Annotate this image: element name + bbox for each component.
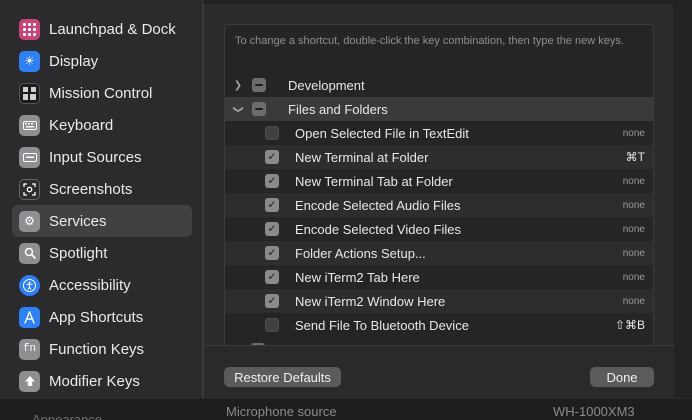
sidebar-item-label: Modifier Keys	[49, 372, 140, 390]
sidebar-item-accessibility[interactable]: Accessibility	[12, 269, 192, 301]
group-label: Files and Folders	[288, 101, 388, 117]
sidebar-item-display[interactable]: ☀ Display	[12, 45, 192, 77]
sidebar-item-launchpad-dock[interactable]: Launchpad & Dock	[12, 13, 192, 45]
sidebar-item-spotlight[interactable]: Spotlight	[12, 237, 192, 269]
sidebar-item-label: Display	[49, 52, 99, 70]
sidebar-item-modifier-keys[interactable]: Modifier Keys	[12, 365, 192, 397]
modifier-keys-icon	[19, 370, 40, 392]
service-shortcut[interactable]: none	[623, 296, 645, 307]
sidebar-item-label: Input Sources	[49, 148, 142, 166]
sidebar-item-label: Mission Control	[49, 84, 153, 102]
service-row[interactable]: ✓ New Terminal at Folder ⌘T	[225, 145, 653, 169]
service-row[interactable]: Open Selected File in TextEdit none	[225, 121, 653, 145]
sidebar-item-input-sources[interactable]: Input Sources	[12, 141, 192, 173]
sidebar-item-label: Spotlight	[49, 244, 108, 262]
keyboard-icon	[19, 114, 40, 136]
service-checkbox[interactable]: ✓	[265, 222, 279, 236]
service-checkbox[interactable]: ✓	[265, 246, 279, 260]
checkmark-icon: ✓	[267, 294, 277, 307]
background-appearance-label: Appearance	[32, 412, 103, 420]
background-mic-device: WH-1000XM3	[553, 404, 635, 419]
sidebar-item-label: Screenshots	[49, 180, 133, 198]
sidebar-item-label: Services	[49, 212, 107, 230]
service-checkbox[interactable]: ✓	[265, 150, 279, 164]
service-checkbox[interactable]: ✓	[265, 174, 279, 188]
accessibility-icon	[19, 274, 40, 296]
service-shortcut[interactable]: none	[623, 272, 645, 283]
sidebar-item-keyboard[interactable]: Keyboard	[12, 109, 192, 141]
service-label: Open Selected File in TextEdit	[295, 125, 469, 141]
services-gear-icon: ⚙	[19, 210, 40, 232]
sidebar-item-label: Launchpad & Dock	[49, 20, 176, 38]
service-label: New iTerm2 Window Here	[295, 293, 446, 309]
checkmark-icon: ✓	[267, 150, 277, 163]
done-button[interactable]: Done	[590, 367, 654, 387]
sheet-footer: Restore Defaults Done	[204, 345, 674, 398]
service-checkbox[interactable]	[265, 318, 279, 332]
service-shortcut[interactable]: ⇧⌘B	[615, 318, 645, 332]
service-shortcut[interactable]: none	[623, 224, 645, 235]
sidebar-item-label: Keyboard	[49, 116, 114, 134]
services-list: To change a shortcut, double-click the k…	[224, 24, 654, 348]
service-label: New Terminal at Folder	[295, 149, 429, 165]
group-row-development[interactable]: ❯ Development	[225, 73, 653, 97]
sidebar-item-screenshots[interactable]: Screenshots	[12, 173, 192, 205]
spotlight-icon	[19, 242, 40, 264]
service-shortcut[interactable]: none	[623, 128, 645, 139]
group-checkbox-files-and-folders[interactable]	[252, 102, 266, 116]
sidebar-item-app-shortcuts[interactable]: App Shortcuts	[12, 301, 192, 333]
checkmark-icon: ✓	[267, 174, 277, 187]
service-checkbox[interactable]: ✓	[265, 294, 279, 308]
checkmark-icon: ✓	[267, 222, 277, 235]
background-mic-label: Microphone source	[226, 404, 337, 419]
sidebar-item-label: App Shortcuts	[49, 308, 144, 326]
group-row-files-and-folders[interactable]: ❯ Files and Folders	[225, 97, 653, 121]
display-icon: ☀	[19, 50, 40, 72]
service-row[interactable]: ✓ Encode Selected Video Files none	[225, 217, 653, 241]
chevron-down-icon[interactable]: ❯	[233, 103, 244, 115]
sidebar-item-label: Accessibility	[49, 276, 131, 294]
checkmark-icon: ✓	[267, 270, 277, 283]
service-shortcut[interactable]: ⌘T	[626, 150, 645, 164]
service-label: Send File To Bluetooth Device	[295, 317, 469, 333]
service-label: Folder Actions Setup...	[295, 245, 426, 261]
screenshots-icon	[19, 178, 40, 200]
service-row[interactable]: ✓ New iTerm2 Window Here none	[225, 289, 653, 313]
service-checkbox[interactable]	[265, 126, 279, 140]
mission-control-icon	[19, 82, 40, 104]
service-row[interactable]: ✓ Encode Selected Audio Files none	[225, 193, 653, 217]
sidebar-item-label: Function Keys	[49, 340, 145, 358]
service-label: New Terminal Tab at Folder	[295, 173, 453, 189]
service-row[interactable]: ✓ Folder Actions Setup... none	[225, 241, 653, 265]
input-sources-icon	[19, 146, 40, 168]
sidebar-item-function-keys[interactable]: fn Function Keys	[12, 333, 192, 365]
checkmark-icon: ✓	[267, 246, 277, 259]
chevron-right-icon[interactable]: ❯	[232, 80, 244, 91]
services-sheet: To change a shortcut, double-click the k…	[203, 4, 674, 398]
service-shortcut[interactable]: none	[623, 200, 645, 211]
service-label: New iTerm2 Tab Here	[295, 269, 420, 285]
app-shortcuts-icon	[19, 306, 40, 328]
instruction-text: To change a shortcut, double-click the k…	[235, 35, 624, 47]
group-checkbox-development[interactable]	[252, 78, 266, 92]
service-shortcut[interactable]: none	[623, 248, 645, 259]
service-label: Encode Selected Audio Files	[295, 197, 461, 213]
restore-defaults-button[interactable]: Restore Defaults	[224, 367, 341, 387]
checkmark-icon: ✓	[267, 198, 277, 211]
service-row[interactable]: ✓ New iTerm2 Tab Here none	[225, 265, 653, 289]
sidebar-item-mission-control[interactable]: Mission Control	[12, 77, 192, 109]
service-label: Encode Selected Video Files	[295, 221, 461, 237]
service-shortcut[interactable]: none	[623, 176, 645, 187]
function-keys-icon: fn	[19, 338, 40, 360]
service-checkbox[interactable]: ✓	[265, 198, 279, 212]
sidebar-item-services[interactable]: ⚙ Services	[12, 205, 192, 237]
service-checkbox[interactable]: ✓	[265, 270, 279, 284]
service-row[interactable]: ✓ New Terminal Tab at Folder none	[225, 169, 653, 193]
service-row[interactable]: Send File To Bluetooth Device ⇧⌘B	[225, 313, 653, 337]
launchpad-icon	[19, 18, 40, 40]
sidebar: Launchpad & Dock ☀ Display Mission Contr…	[0, 0, 203, 398]
group-label: Development	[288, 77, 365, 93]
